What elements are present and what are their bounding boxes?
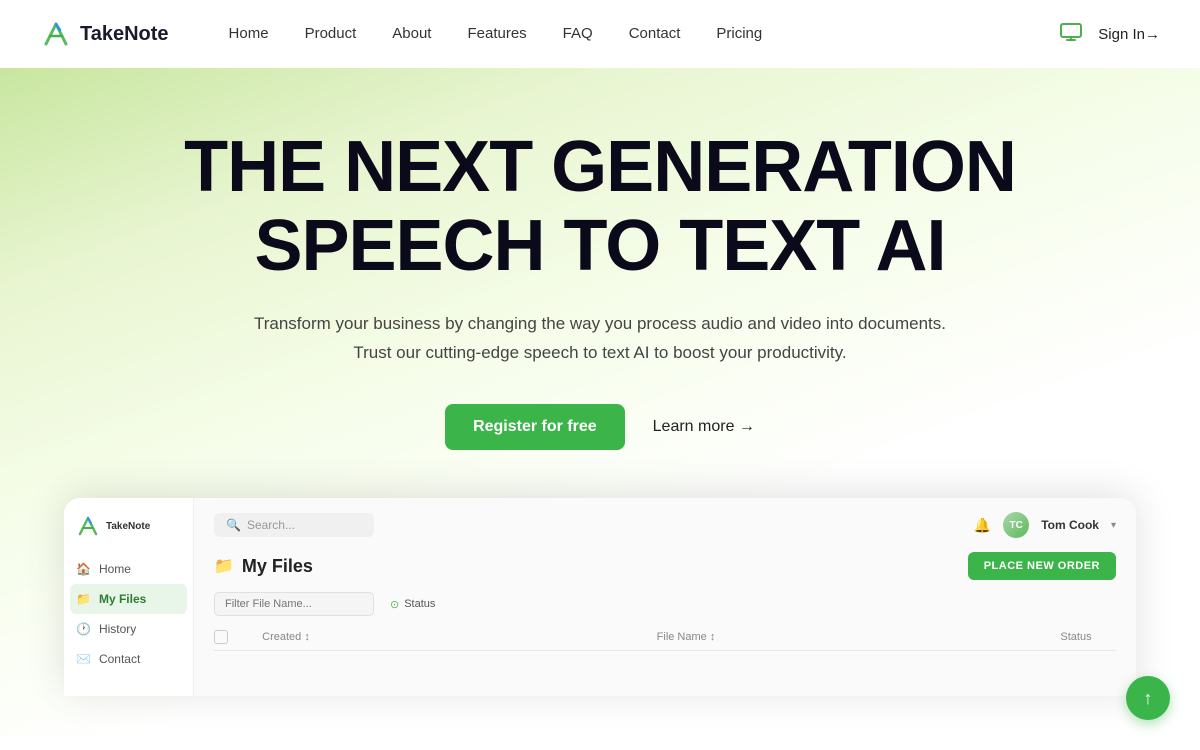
logo-text: TakeNote xyxy=(80,23,169,46)
register-button[interactable]: Register for free xyxy=(445,404,625,450)
hero-buttons: Register for free Learn more → xyxy=(40,404,1160,450)
search-icon: 🔍 xyxy=(226,518,241,532)
app-nav-home[interactable]: 🏠 Home xyxy=(64,554,193,584)
nav-contact[interactable]: Contact xyxy=(629,25,681,42)
monitor-icon xyxy=(1060,23,1082,46)
navbar: TakeNote Home Product About Features FAQ… xyxy=(0,0,1200,68)
table-col-filename: File Name ↕ xyxy=(344,631,1028,643)
table-col-status: Status xyxy=(1036,631,1116,643)
nav-links: Home Product About Features FAQ Contact … xyxy=(229,25,1061,43)
app-nav-contact[interactable]: ✉️ Contact xyxy=(64,644,193,674)
table-col-created: Created ↕ xyxy=(236,631,336,643)
app-preview: TakeNote 🏠 Home 📁 My Files 🕐 History ✉️ … xyxy=(64,498,1136,696)
arrow-up-icon: ↑ xyxy=(1144,688,1153,709)
home-icon: 🏠 xyxy=(76,562,91,576)
hero-subtitle: Transform your business by changing the … xyxy=(40,310,1160,368)
nav-about[interactable]: About xyxy=(392,25,431,42)
table-select-all-checkbox[interactable] xyxy=(214,630,228,644)
nav-home[interactable]: Home xyxy=(229,25,269,42)
filter-icon: ⊙ xyxy=(390,598,399,611)
app-main: 🔍 Search... 🔔 TC Tom Cook ▾ 📁 My Files xyxy=(194,498,1136,696)
app-sidebar: TakeNote 🏠 Home 📁 My Files 🕐 History ✉️ … xyxy=(64,498,194,696)
chevron-down-icon: ▾ xyxy=(1111,520,1116,531)
myfiles-icon: 📁 xyxy=(76,592,91,606)
avatar: TC xyxy=(1003,512,1029,538)
scroll-up-button[interactable]: ↑ xyxy=(1126,676,1170,720)
hero-title: THE NEXT GENERATION SPEECH TO TEXT AI xyxy=(40,128,1160,286)
contact-icon: ✉️ xyxy=(76,652,91,666)
learn-more-button[interactable]: Learn more → xyxy=(653,418,755,436)
table-header: Created ↕ File Name ↕ Status xyxy=(214,624,1116,651)
logo-link[interactable]: TakeNote xyxy=(40,18,169,50)
username-label: Tom Cook xyxy=(1041,518,1099,532)
app-nav-history[interactable]: 🕐 History xyxy=(64,614,193,644)
nav-features[interactable]: Features xyxy=(467,25,526,42)
nav-product[interactable]: Product xyxy=(305,25,357,42)
nav-right: Sign In→ xyxy=(1060,23,1160,46)
app-logo-text: TakeNote xyxy=(106,521,150,532)
history-icon: 🕐 xyxy=(76,622,91,636)
notification-bell-icon[interactable]: 🔔 xyxy=(974,517,991,534)
app-topbar: 🔍 Search... 🔔 TC Tom Cook ▾ xyxy=(214,512,1116,538)
sign-in-link[interactable]: Sign In→ xyxy=(1098,26,1160,43)
nav-pricing[interactable]: Pricing xyxy=(716,25,762,42)
status-filter[interactable]: ⊙ Status xyxy=(390,598,435,611)
hero-section: THE NEXT GENERATION SPEECH TO TEXT AI Tr… xyxy=(0,68,1200,736)
app-logo-area: TakeNote xyxy=(64,510,193,554)
app-nav-myfiles[interactable]: 📁 My Files xyxy=(70,584,187,614)
table-filters: ⊙ Status xyxy=(214,592,1116,616)
place-new-order-button[interactable]: PLACE NEW ORDER xyxy=(968,552,1116,580)
folder-icon: 📁 xyxy=(214,556,234,576)
app-topbar-right: 🔔 TC Tom Cook ▾ xyxy=(974,512,1116,538)
app-search[interactable]: 🔍 Search... xyxy=(214,513,374,537)
logo-icon xyxy=(40,18,72,50)
app-content-header: 📁 My Files PLACE NEW ORDER xyxy=(214,552,1116,580)
app-logo-icon xyxy=(76,514,100,538)
page-title: 📁 My Files xyxy=(214,556,313,577)
nav-faq[interactable]: FAQ xyxy=(563,25,593,42)
filter-filename-input[interactable] xyxy=(214,592,374,616)
